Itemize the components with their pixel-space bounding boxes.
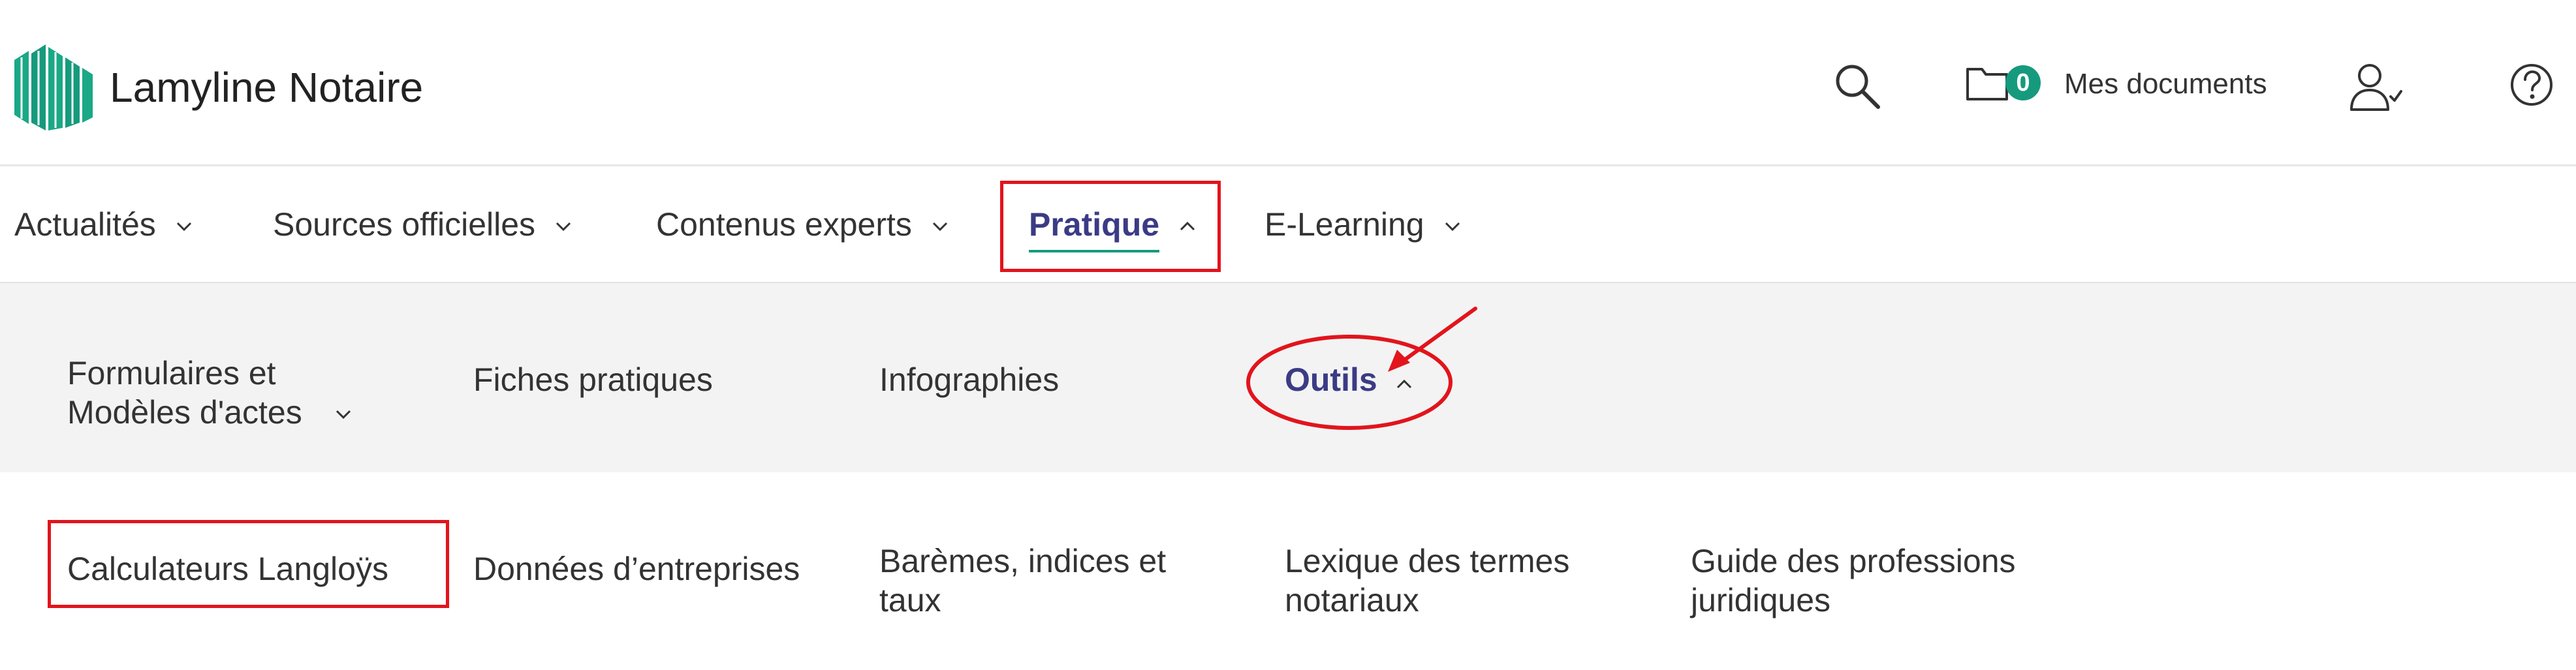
chevron-up-icon [1396,379,1412,389]
my-documents-label: Mes documents [2064,68,2267,100]
chevron-down-icon [1445,222,1460,231]
nav-item-label: Actualités [14,206,156,243]
subnav-item-formulaires[interactable]: Formulaires et Modèles d'actes [67,354,407,432]
nav-item-actualites[interactable]: Actualités [14,166,193,282]
tool-donnees-entreprises[interactable]: Données d’entreprises [473,549,800,588]
subnav-item-fiches-pratiques[interactable]: Fiches pratiques [473,360,713,399]
annotation-box-pratique [1000,181,1221,272]
tool-guide-professions-juridiques[interactable]: Guide des professions juridiques [1691,541,2016,620]
main-navigation: Actualités Sources officielles Contenus … [0,166,2576,283]
my-documents-button[interactable]: 0 Mes documents [1965,57,2278,110]
chevron-down-icon [176,222,191,231]
subnav-item-outils[interactable]: Outils [1285,360,1415,399]
subnav-item-label: Outils [1285,361,1377,398]
user-check-icon[interactable] [2349,60,2404,112]
annotation-box-calculateurs [48,520,449,608]
tool-baremes-indices-taux[interactable]: Barèmes, indices et taux [879,541,1166,620]
sub-navigation: Formulaires et Modèles d'actes Fiches pr… [0,283,2576,472]
subnav-item-infographies[interactable]: Infographies [879,360,1059,399]
nav-item-e-learning[interactable]: E-Learning [1264,166,1461,282]
nav-item-label: Contenus experts [656,206,912,243]
tool-lexique-termes-notariaux[interactable]: Lexique des termes notariaux [1285,541,1569,620]
subnav-item-label: Formulaires et Modèles d'actes [67,355,302,431]
brand-name[interactable]: Lamyline Notaire [110,61,423,114]
folder-icon [1966,68,2008,100]
nav-item-label: E-Learning [1264,206,1424,243]
documents-count-badge: 0 [2005,65,2041,100]
help-circle-icon[interactable] [2509,63,2554,107]
search-icon[interactable] [1831,60,1883,112]
lamyline-logo-icon[interactable] [12,42,94,133]
chevron-down-icon [932,222,947,231]
chevron-down-icon [336,410,351,419]
nav-item-sources-officielles[interactable]: Sources officielles [273,166,572,282]
nav-item-contenus-experts[interactable]: Contenus experts [656,166,949,282]
nav-item-label: Sources officielles [273,206,536,243]
chevron-down-icon [556,222,571,231]
header: Lamyline Notaire 0 Mes documents [0,0,2576,166]
